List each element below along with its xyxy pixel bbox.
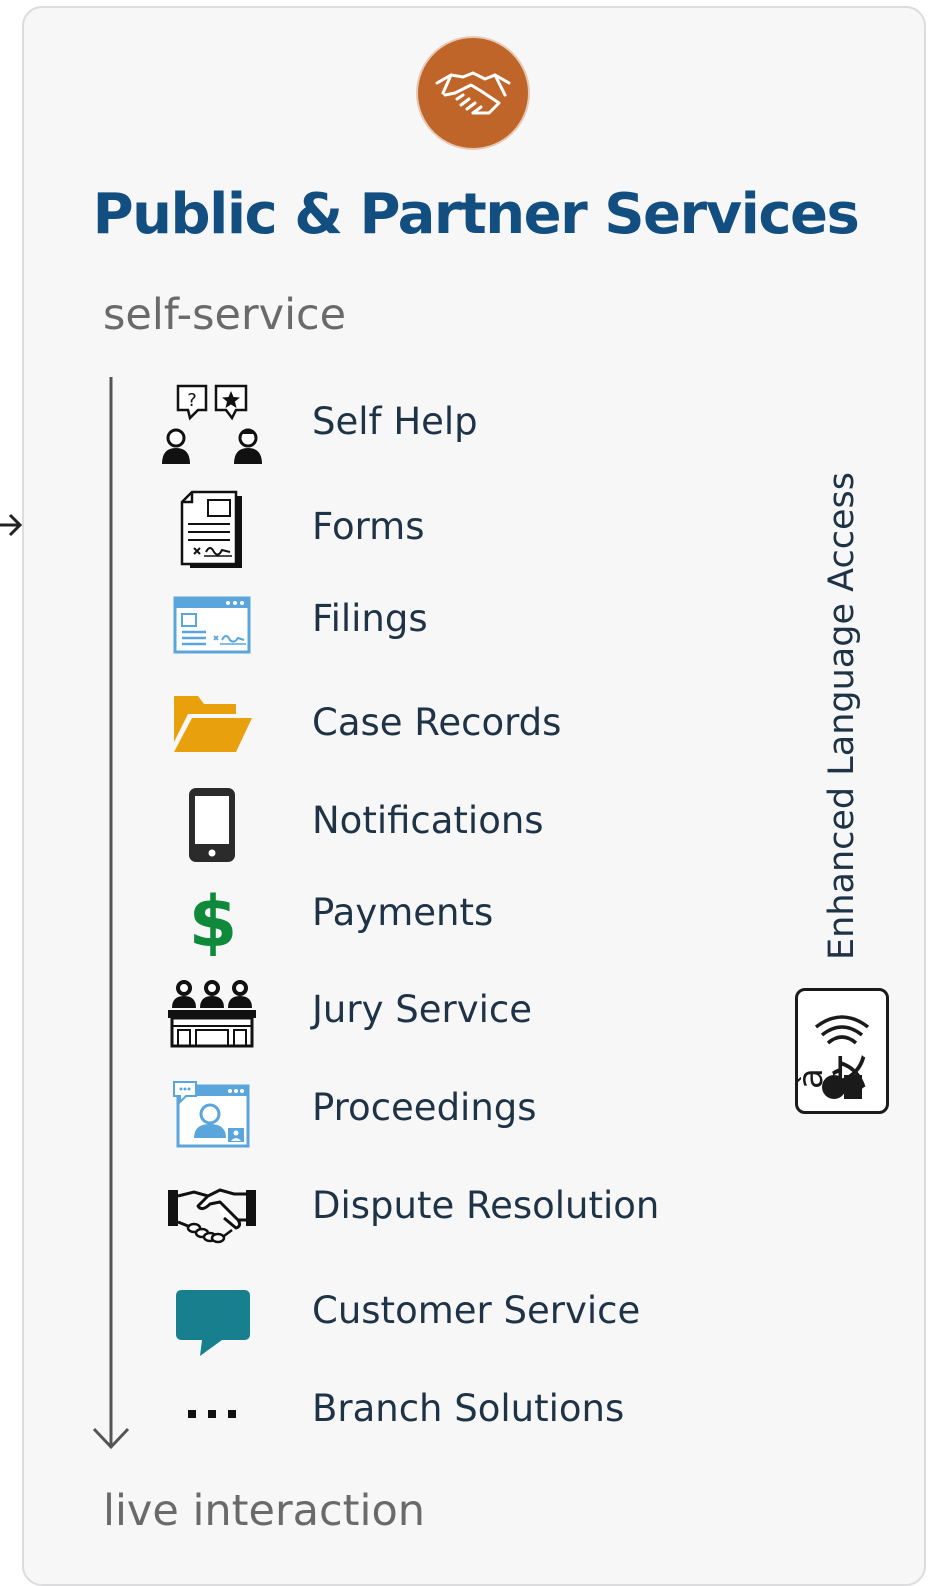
language-access-label: Enhanced Language Access	[822, 472, 862, 960]
svg-text:$: $	[189, 882, 238, 956]
jury-box-icon	[166, 974, 258, 1050]
translation-icon: à 文	[791, 988, 889, 1114]
item-label-dispute-resolution: Dispute Resolution	[312, 1184, 660, 1227]
item-label-filings: Filings	[312, 597, 428, 640]
dollar-icon: $	[188, 882, 238, 956]
page-title: Public & Partner Services	[92, 182, 860, 247]
item-label-branch-solutions: Branch Solutions	[312, 1387, 625, 1430]
forms-icon	[178, 490, 246, 570]
chat-bubble-icon	[174, 1288, 252, 1358]
item-label-forms: Forms	[312, 505, 425, 548]
item-label-notifications: Notifications	[312, 799, 544, 842]
item-label-proceedings: Proceedings	[312, 1086, 537, 1129]
item-label-self-help: Self Help	[312, 400, 478, 443]
folder-icon	[170, 690, 254, 756]
item-label-case-records: Case Records	[312, 701, 562, 744]
handshake-icon	[164, 1180, 260, 1244]
item-label-jury-service: Jury Service	[312, 988, 532, 1031]
self-help-icon: ?	[158, 382, 264, 468]
self-service-to-live-axis	[92, 377, 130, 1450]
mobile-phone-icon	[186, 786, 238, 864]
item-label-customer-service: Customer Service	[312, 1289, 641, 1332]
svg-text:?: ?	[187, 390, 197, 411]
video-proceeding-icon	[172, 1080, 252, 1150]
filings-icon	[172, 594, 252, 656]
scale-label-self-service: self-service	[103, 290, 347, 340]
scale-label-live-interaction: live interaction	[103, 1486, 426, 1536]
item-label-payments: Payments	[312, 891, 494, 934]
ellipsis-icon	[184, 1404, 240, 1424]
handshake-icon	[418, 38, 528, 148]
incoming-arrow-icon	[0, 513, 23, 537]
